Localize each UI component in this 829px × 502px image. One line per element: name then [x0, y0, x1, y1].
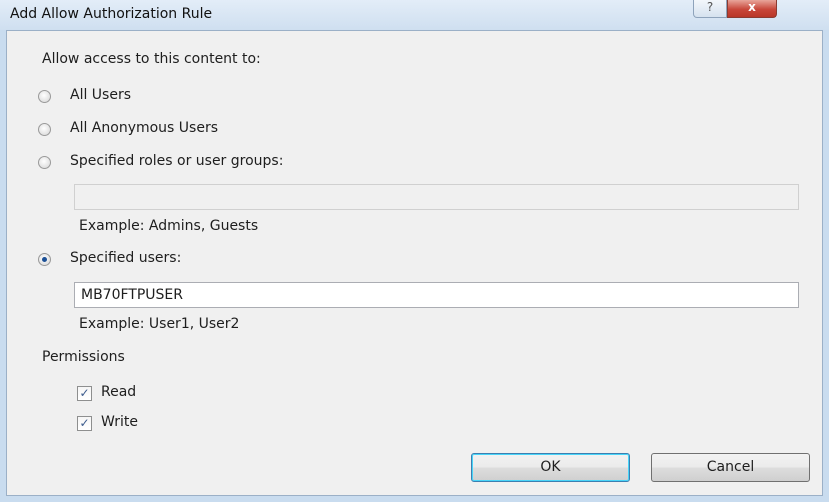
radio-specified-users[interactable]	[38, 253, 51, 266]
users-input[interactable]	[74, 282, 799, 308]
users-example: Example: User1, User2	[79, 316, 240, 332]
roles-input[interactable]	[74, 184, 799, 210]
help-icon: ?	[706, 0, 714, 14]
title-bar[interactable]: Add Allow Authorization Rule ? x	[0, 0, 829, 30]
dialog-title: Add Allow Authorization Rule	[10, 6, 213, 22]
read-label[interactable]: Read	[101, 384, 136, 400]
read-checkbox[interactable]: ✓	[77, 386, 92, 401]
radio-specified-roles-label[interactable]: Specified roles or user groups:	[70, 153, 283, 169]
checkmark-icon: ✓	[79, 386, 90, 400]
help-button[interactable]: ?	[693, 0, 727, 18]
write-checkbox[interactable]: ✓	[77, 416, 92, 431]
radio-all-anonymous-users[interactable]	[38, 123, 51, 136]
radio-specified-roles[interactable]	[38, 156, 51, 169]
permissions-heading: Permissions	[42, 349, 125, 365]
access-heading: Allow access to this content to:	[42, 51, 261, 67]
checkmark-icon: ✓	[79, 416, 90, 430]
close-icon: x	[748, 0, 756, 14]
close-button[interactable]: x	[727, 0, 777, 18]
dialog-content: Allow access to this content to: All Use…	[6, 30, 823, 496]
dialog-window: Add Allow Authorization Rule ? x Allow a…	[0, 0, 829, 502]
radio-specified-users-label[interactable]: Specified users:	[70, 250, 181, 266]
ok-button[interactable]: OK	[471, 453, 630, 482]
cancel-button[interactable]: Cancel	[651, 453, 810, 482]
radio-all-users-label[interactable]: All Users	[70, 87, 131, 103]
write-label[interactable]: Write	[101, 414, 138, 430]
roles-example: Example: Admins, Guests	[79, 218, 259, 234]
radio-all-users[interactable]	[38, 90, 51, 103]
radio-all-anonymous-users-label[interactable]: All Anonymous Users	[70, 120, 218, 136]
